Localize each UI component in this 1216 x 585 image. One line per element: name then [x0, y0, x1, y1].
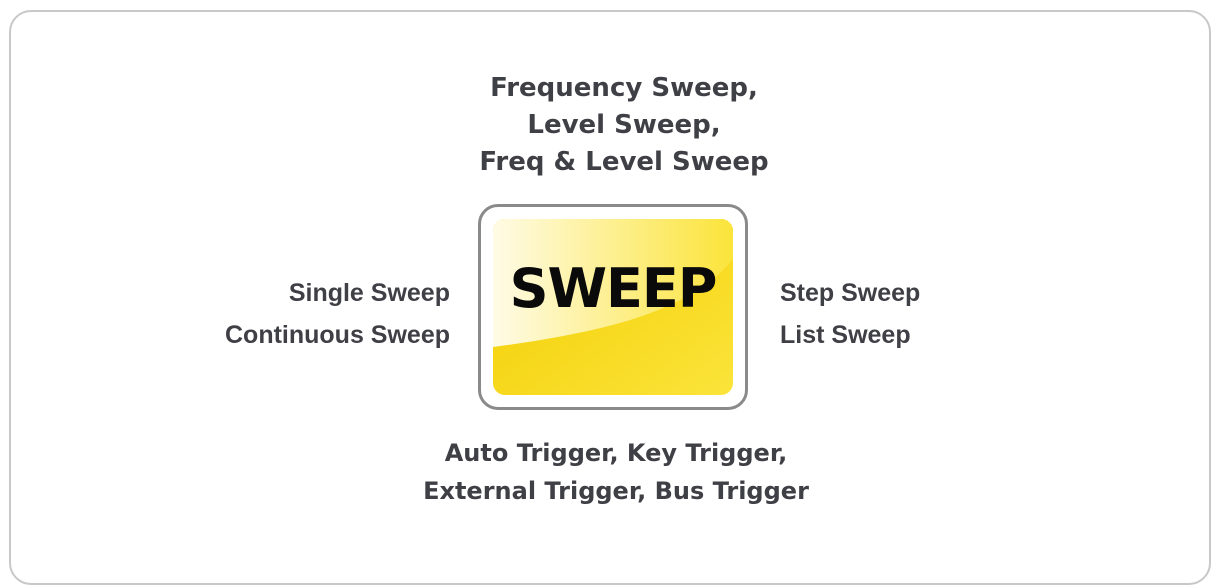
sweep-type-frequency: Frequency Sweep, — [490, 73, 758, 103]
sweep-center-box: SWEEP — [478, 204, 748, 410]
sweep-mode-list: Single Sweep Continuous Sweep — [140, 272, 450, 356]
sweep-label: SWEEP — [509, 257, 718, 320]
sweep-shape-list: Step Sweep List Sweep — [780, 272, 1100, 356]
sweep-shape-list: List Sweep — [780, 321, 911, 349]
sweep-type-list: Frequency Sweep, Level Sweep, Freq & Lev… — [408, 70, 840, 181]
trigger-mode-external-bus: External Trigger, Bus Trigger — [423, 477, 809, 505]
trigger-mode-auto-key: Auto Trigger, Key Trigger, — [444, 439, 788, 467]
sweep-type-freq-level: Freq & Level Sweep — [479, 147, 769, 177]
sweep-center-face: SWEEP — [493, 219, 733, 395]
sweep-mode-continuous: Continuous Sweep — [225, 321, 450, 349]
trigger-mode-list: Auto Trigger, Key Trigger, External Trig… — [370, 434, 862, 510]
sweep-type-level: Level Sweep, — [527, 110, 721, 140]
sweep-shape-step: Step Sweep — [780, 279, 921, 307]
sweep-mode-single: Single Sweep — [288, 279, 450, 307]
